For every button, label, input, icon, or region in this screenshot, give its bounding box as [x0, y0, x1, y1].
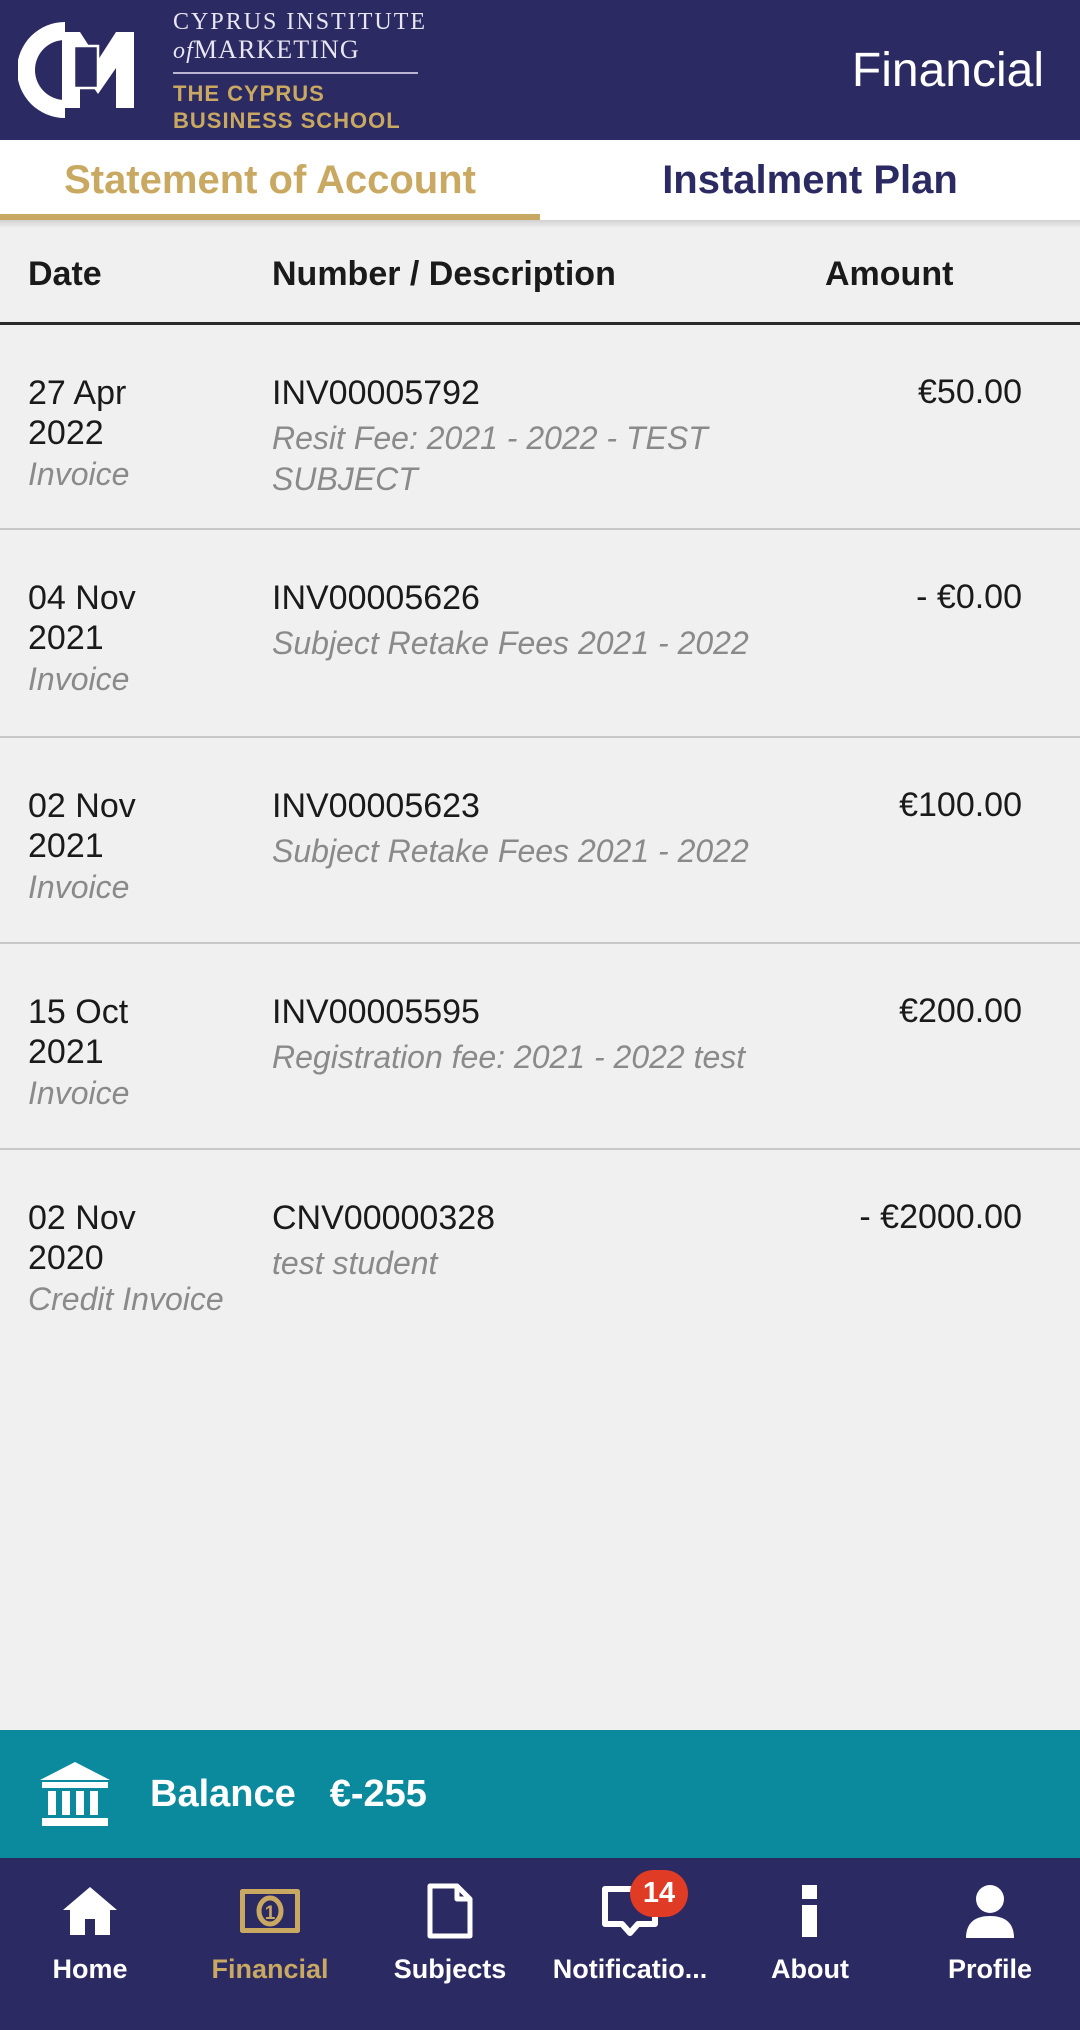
row-amount-cell: - €2000.00	[812, 1198, 1052, 1237]
brand-line-3a: THE CYPRUS	[173, 80, 325, 106]
row-number: INV00005595	[272, 993, 480, 1031]
banknote-icon: 1	[240, 1882, 300, 1940]
row-description: Subject Retake Fees 2021 - 2022	[272, 624, 749, 661]
nav-item-subjects-label: Subjects	[393, 1954, 507, 1984]
row-date-cell: 15 Oct 2021 Invoice	[28, 992, 248, 1113]
row-amount-cell: €200.00	[812, 992, 1052, 1031]
balance-value: €-255	[329, 1772, 427, 1815]
row-description-cell: CNV00000328 test student	[272, 1198, 802, 1284]
person-icon	[960, 1882, 1020, 1940]
nav-item-financial[interactable]: 1 Financial	[180, 1858, 360, 2030]
row-type: Invoice	[28, 869, 130, 906]
row-date-cell: 27 Apr 2022 Invoice	[28, 373, 248, 494]
row-date: 02 Nov 2020	[28, 1199, 136, 1278]
brand-line-3b: BUSINESS SCHOOL	[173, 107, 401, 133]
nav-item-profile[interactable]: Profile	[900, 1858, 1080, 2030]
row-amount: - €0.00	[916, 578, 1022, 616]
brand-text: CYPRUS INSTITUTE ofMARKETING THE CYPRUS …	[173, 5, 427, 134]
row-description: Registration fee: 2021 - 2022 test	[272, 1038, 746, 1075]
row-description-cell: INV00005623 Subject Retake Fees 2021 - 2…	[272, 786, 802, 872]
nav-item-home[interactable]: Home	[0, 1858, 180, 2030]
nav-item-subjects[interactable]: Subjects	[360, 1858, 540, 2030]
document-icon	[420, 1882, 480, 1940]
row-number: INV00005792	[272, 374, 480, 412]
row-number: CNV00000328	[272, 1199, 496, 1237]
row-amount-cell: €50.00	[812, 373, 1052, 412]
row-date: 04 Nov 2021	[28, 579, 136, 658]
row-description: Resit Fee: 2021 - 2022 - TEST SUBJECT	[272, 419, 708, 497]
row-date-cell: 04 Nov 2021 Invoice	[28, 578, 248, 699]
nav-item-about-label: About	[771, 1954, 849, 1984]
brand-line-2: ofMARKETING	[173, 36, 427, 65]
brand-line-2-main: MARKETING	[193, 35, 360, 65]
row-type: Invoice	[28, 661, 130, 698]
brand-line-1: CYPRUS INSTITUTE	[173, 9, 428, 36]
row-amount-cell: - €0.00	[812, 578, 1052, 617]
table-row[interactable]: 27 Apr 2022 Invoice INV00005792 Resit Fee…	[0, 325, 1080, 530]
app-header: CYPRUS INSTITUTE ofMARKETING THE CYPRUS …	[0, 0, 1080, 140]
table-row[interactable]: 02 Nov 2021 Invoice INV00005623 Subject R…	[0, 738, 1080, 944]
row-amount-cell: €100.00	[812, 786, 1052, 825]
row-amount: €200.00	[899, 992, 1022, 1030]
nav-item-notifications[interactable]: 14 Notificatio...	[540, 1858, 720, 2030]
column-header-number-description: Number / Description	[272, 254, 616, 293]
tab-bar: Statement of Account Instalment Plan	[0, 140, 1080, 220]
row-number: INV00005623	[272, 787, 480, 825]
row-date: 27 Apr 2022	[28, 374, 127, 453]
nav-item-notifications-label: Notificatio...	[552, 1954, 708, 1984]
nav-item-about[interactable]: About	[720, 1858, 900, 2030]
row-description-cell: INV00005792 Resit Fee: 2021 - 2022 - TES…	[272, 373, 802, 500]
row-date: 02 Nov 2021	[28, 787, 136, 866]
tab-instalment-plan[interactable]: Instalment Plan	[540, 140, 1080, 220]
row-amount: - €2000.00	[859, 1198, 1022, 1236]
svg-text:1: 1	[265, 1903, 276, 1924]
message-icon: 14	[600, 1870, 688, 1940]
column-header-date: Date	[28, 254, 102, 293]
bank-icon	[40, 1762, 110, 1826]
row-amount: €50.00	[918, 373, 1022, 411]
row-type: Credit Invoice	[28, 1281, 224, 1318]
brand-divider	[173, 71, 418, 74]
info-icon	[780, 1882, 840, 1940]
page-title: Financial	[851, 43, 1044, 97]
brand-logo: CYPRUS INSTITUTE ofMARKETING THE CYPRUS …	[0, 5, 427, 134]
balance-bar: Balance €-255	[0, 1730, 1080, 1858]
table-row[interactable]: 15 Oct 2021 Invoice INV00005595 Registrat…	[0, 944, 1080, 1150]
row-date-cell: 02 Nov 2021 Invoice	[28, 786, 248, 907]
tab-instalment-plan-label: Instalment Plan	[662, 157, 958, 202]
nav-item-financial-label: Financial	[211, 1954, 329, 1984]
row-amount: €100.00	[899, 786, 1022, 824]
notification-badge: 14	[630, 1870, 688, 1917]
row-description-cell: INV00005595 Registration fee: 2021 - 202…	[272, 992, 802, 1078]
home-icon	[60, 1882, 120, 1940]
row-type: Invoice	[28, 456, 130, 493]
tab-statement-of-account-label: Statement of Account	[64, 157, 476, 202]
cim-monogram-icon	[18, 22, 134, 118]
row-number: INV00005626	[272, 579, 480, 617]
row-description: Subject Retake Fees 2021 - 2022	[272, 832, 749, 869]
row-description-cell: INV00005626 Subject Retake Fees 2021 - 2…	[272, 578, 802, 664]
bottom-navigation: Home 1 Financial Subjects 14 Notificatio…	[0, 1858, 1080, 2030]
brand-line-2-italic: of	[173, 38, 194, 65]
column-header-amount: Amount	[825, 254, 954, 293]
table-header: Date Number / Description Amount	[0, 226, 1080, 322]
table-row[interactable]: 04 Nov 2021 Invoice INV00005626 Subject R…	[0, 530, 1080, 738]
row-date: 15 Oct 2021	[28, 993, 129, 1072]
row-date-cell: 02 Nov 2020 Credit Invoice	[28, 1198, 248, 1319]
tab-statement-of-account[interactable]: Statement of Account	[0, 140, 540, 220]
statement-rows-list[interactable]: 27 Apr 2022 Invoice INV00005792 Resit Fee…	[0, 325, 1080, 1730]
table-row[interactable]: 02 Nov 2020 Credit Invoice CNV00000328 te…	[0, 1150, 1080, 1356]
row-type: Invoice	[28, 1075, 130, 1112]
financial-screen: CYPRUS INSTITUTE ofMARKETING THE CYPRUS …	[0, 0, 1080, 2030]
nav-item-profile-label: Profile	[947, 1954, 1033, 1984]
nav-item-home-label: Home	[52, 1954, 128, 1984]
balance-label: Balance	[150, 1772, 296, 1815]
row-description: test student	[272, 1244, 438, 1281]
